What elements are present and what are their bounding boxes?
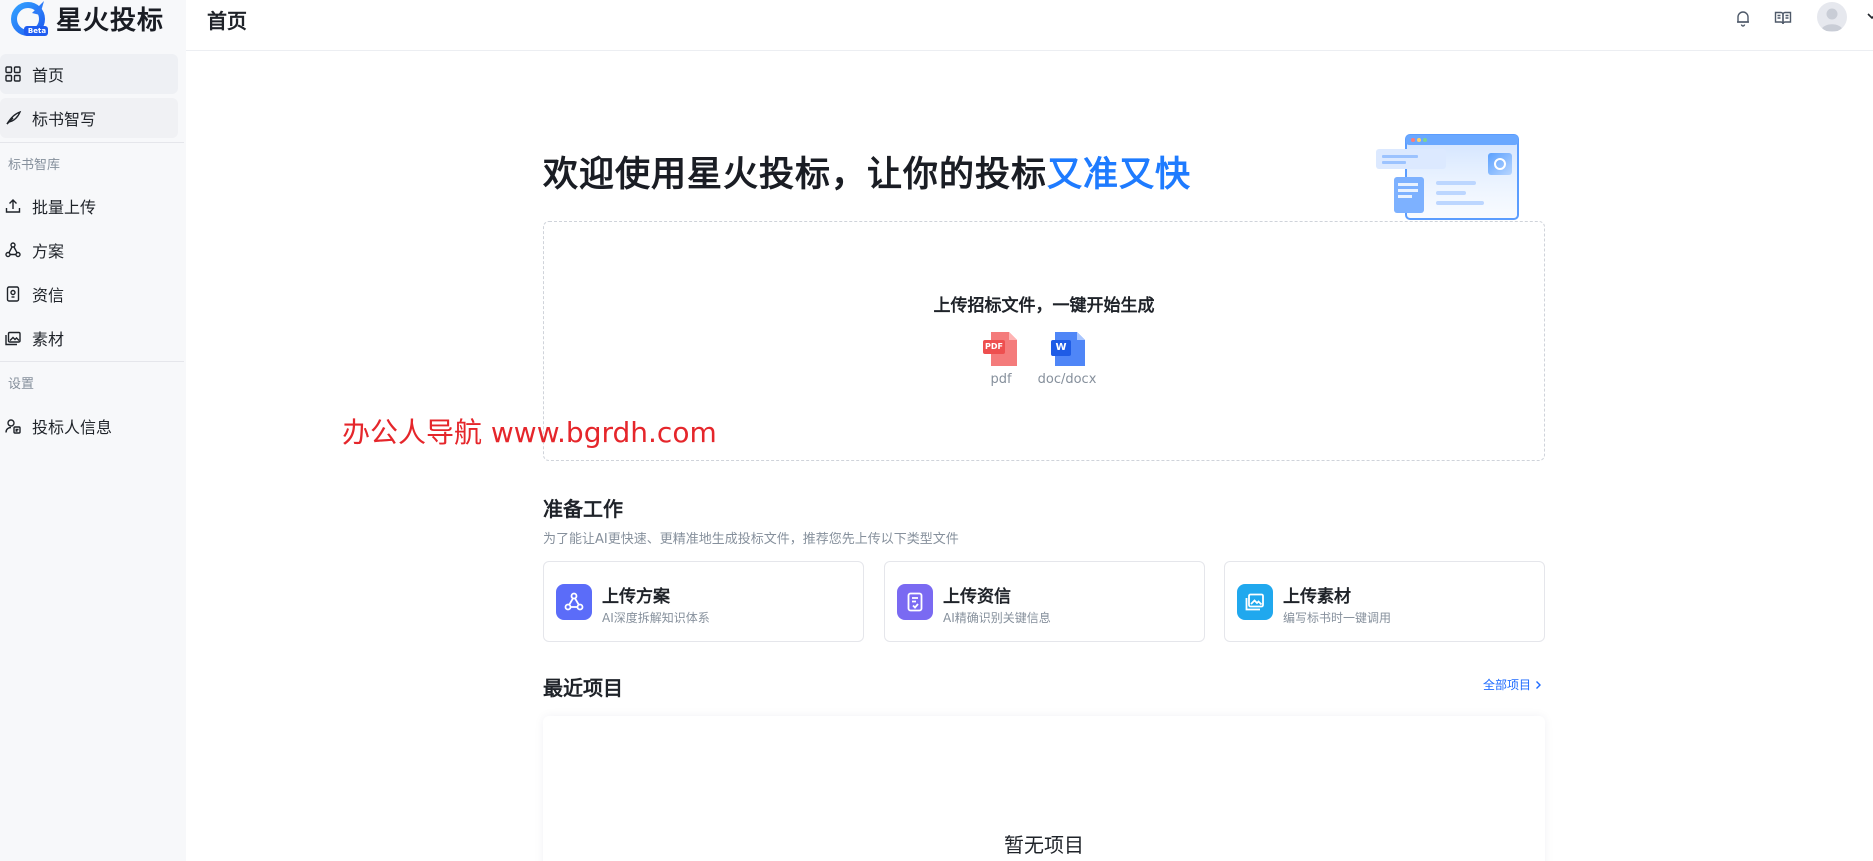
network-icon (4, 241, 22, 259)
sidebar-item-materials[interactable]: 素材 (0, 318, 178, 358)
card-title: 上传方案 (602, 587, 670, 607)
sidebar-item-credentials[interactable]: 资信 (0, 274, 178, 314)
sidebar-item-label: 方案 (32, 242, 65, 261)
pdf-badge: PDF (985, 342, 1003, 351)
upload-icon (4, 197, 22, 215)
card-subtitle: AI深度拆解知识体系 (602, 611, 710, 625)
sidebar-item-label: 批量上传 (32, 198, 97, 217)
app-root: Beta 星火投标 首页 标书智写 标书智库 批量上传 方案 资信 素材 设置 … (0, 0, 1873, 861)
card-subtitle: AI精确识别关键信息 (943, 611, 1051, 625)
upload-plan-card[interactable]: 上传方案 AI深度拆解知识体系 (543, 561, 864, 642)
section-label-settings: 设置 (8, 377, 35, 392)
upload-title: 上传招标文件，一键开始生成 (933, 296, 1155, 316)
chevron-right-icon (1536, 680, 1542, 689)
welcome-highlight: 又准又快 (1047, 155, 1192, 195)
recent-projects-title: 最近项目 (543, 676, 623, 700)
sidebar-item-batch-upload[interactable]: 批量上传 (0, 186, 178, 226)
upload-materials-card[interactable]: 上传素材 编写标书时一键调用 (1224, 561, 1545, 642)
avatar[interactable] (1817, 2, 1847, 32)
file-type-label: pdf (990, 372, 1012, 387)
quill-icon (4, 109, 22, 127)
sidebar-item-bidder-info[interactable]: 投标人信息 (0, 406, 178, 446)
upload-credentials-card[interactable]: 上传资信 AI精确识别关键信息 (884, 561, 1205, 642)
brand-badge: Beta (27, 27, 47, 35)
sidebar-divider (0, 361, 184, 362)
section-label-library: 标书智库 (8, 158, 61, 173)
sidebar-divider (0, 142, 184, 143)
prepare-title: 准备工作 (543, 497, 623, 521)
bell-icon[interactable] (1733, 8, 1753, 28)
credential-icon (897, 584, 933, 620)
prepare-subtitle: 为了能让AI更快速、更精准地生成投标文件，推荐您先上传以下类型文件 (543, 532, 959, 547)
bidder-icon (4, 417, 22, 435)
file-type-label: doc/docx (1037, 372, 1097, 387)
top-header: 首页 (186, 0, 1873, 51)
all-projects-link[interactable]: 全部项目 (1483, 676, 1543, 693)
card-title: 上传素材 (1283, 587, 1351, 607)
network-icon (556, 584, 592, 620)
pdf-file-icon: PDF (983, 332, 1019, 366)
empty-state-text: 暂无项目 (1004, 833, 1084, 857)
brand-logo-icon: Beta (10, 0, 50, 37)
image-icon (1237, 584, 1273, 620)
image-icon (4, 329, 22, 347)
sidebar-item-label: 标书智写 (32, 110, 97, 129)
sidebar-item-label: 素材 (32, 330, 65, 349)
card-subtitle: 编写标书时一键调用 (1283, 611, 1392, 625)
all-projects-label: 全部项目 (1483, 678, 1532, 692)
page-title: 首页 (207, 9, 247, 33)
recent-projects-panel: 暂无项目 (543, 716, 1545, 861)
word-badge: W (1055, 342, 1067, 353)
sidebar-item-home[interactable]: 首页 (0, 54, 178, 94)
sidebar-item-plan[interactable]: 方案 (0, 230, 178, 270)
sidebar-item-label: 首页 (32, 66, 65, 85)
file-type-pdf: PDF pdf (966, 332, 1036, 387)
book-icon[interactable] (1773, 8, 1793, 28)
file-type-doc: W doc/docx (1032, 332, 1102, 387)
chevron-down-icon[interactable] (1865, 8, 1873, 22)
welcome-text: 欢迎使用星火投标，让你的投标 (543, 155, 1048, 195)
sidebar-item-bid-writing[interactable]: 标书智写 (0, 98, 178, 138)
sidebar-item-label: 投标人信息 (32, 418, 113, 437)
card-title: 上传资信 (943, 587, 1011, 607)
credential-icon (4, 285, 22, 303)
grid-icon (4, 65, 22, 83)
sidebar: Beta 星火投标 首页 标书智写 标书智库 批量上传 方案 资信 素材 设置 … (0, 0, 186, 861)
word-file-icon: W (1049, 332, 1085, 366)
brand-name: 星火投标 (56, 5, 165, 36)
welcome-heading: 欢迎使用星火投标，让你的投标又准又快 (543, 146, 1191, 197)
sidebar-item-label: 资信 (32, 286, 65, 305)
brand[interactable]: Beta 星火投标 (10, 0, 164, 38)
watermark-text: 办公人导航 www.bgrdh.com (342, 416, 717, 449)
document-illustration (1368, 131, 1528, 223)
